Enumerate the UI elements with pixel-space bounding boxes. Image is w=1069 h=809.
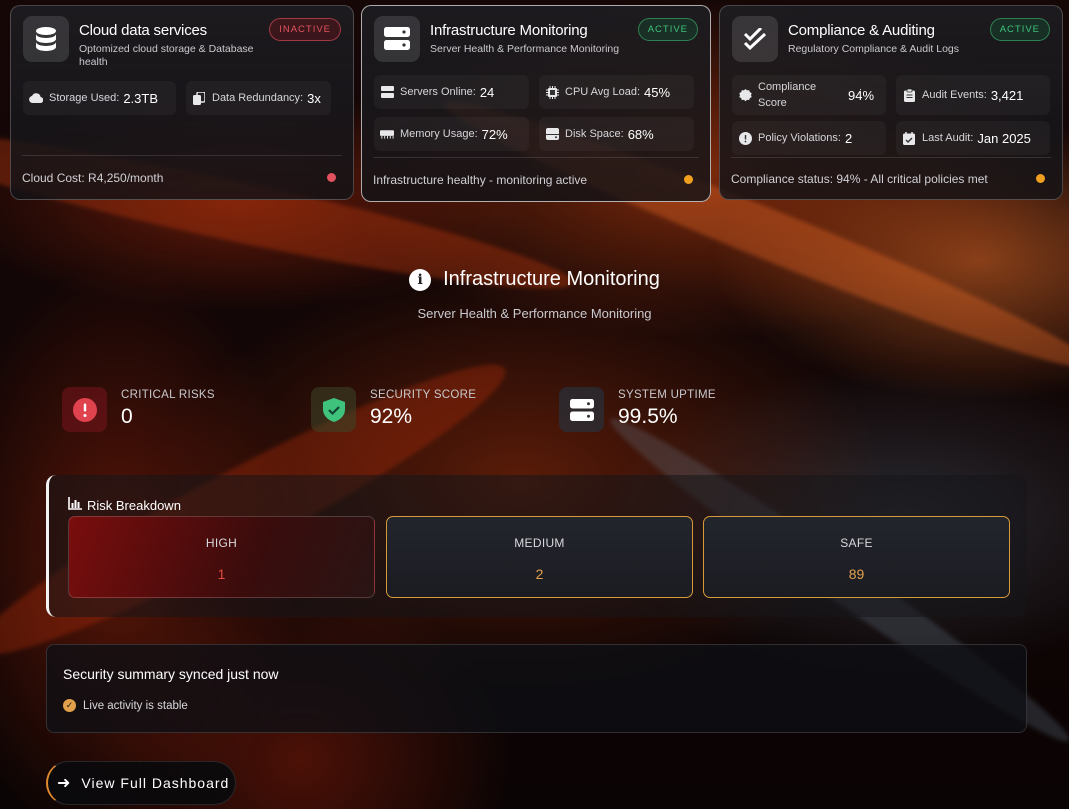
stat-cpu-avg-load: CPU Avg Load:45% [539,75,694,109]
calendar-check-icon [902,131,916,145]
metric-system-uptime: SYSTEM UPTIME 99.5% [559,387,716,432]
card-title: Infrastructure Monitoring [430,22,588,39]
metric-critical-risks: CRITICAL RISKS 0 [62,387,215,432]
detail-subtitle: Server Health & Performance Monitoring [417,306,652,321]
card-footer: Cloud Cost: R4,250/month [22,155,342,199]
alert-circle-icon [738,131,752,145]
stat-servers-online: Servers Online:24 [374,75,529,109]
stat-storage-used: Storage Used:2.3TB [23,81,176,115]
risk-box-high[interactable]: HIGH 1 [68,516,375,598]
security-summary: Security summary synced just now ✓ Live … [46,644,1027,733]
service-card-cloud[interactable]: Cloud data services Optomized cloud stor… [10,5,354,200]
metric-value: 99.5% [618,405,678,428]
alert-circle-icon [62,387,107,432]
stat-policy-violations: Policy Violations:2 [732,121,886,155]
cloud-icon [29,93,43,103]
stat-memory-usage: Memory Usage:72% [374,117,529,151]
server-icon [374,16,420,62]
status-badge: ACTIVE [989,18,1050,41]
risk-breakdown-title: Risk Breakdown [68,497,181,513]
stat-compliance-score: Compliance Score: 94% [732,75,886,115]
memory-icon [380,129,394,139]
server-icon [380,86,394,98]
check-double-icon [732,16,778,62]
summary-title: Security summary synced just now [63,666,279,682]
stat-data-redundancy: Data Redundancy:3x [186,81,331,115]
metric-label: SECURITY SCORE [370,389,477,401]
server-icon [559,387,604,432]
card-subtitle: Regulatory Compliance & Audit Logs [788,43,960,55]
status-dot [1036,174,1045,183]
risk-breakdown-panel: Risk Breakdown HIGH 1 MEDIUM 2 SAFE 89 [46,475,1027,617]
database-icon [23,16,69,62]
metric-label: CRITICAL RISKS [121,389,215,401]
bar-chart-icon [68,497,82,513]
stat-last-audit: Last Audit: Jan 2025 [896,121,1050,155]
view-full-dashboard-button[interactable]: ➜ View Full Dashboard [46,761,236,805]
service-card-compliance[interactable]: Compliance & Auditing Regulatory Complia… [719,5,1063,200]
card-subtitle: Server Health & Performance Monitoring [430,43,620,55]
arrow-right-icon: ➜ [57,775,72,792]
status-dot [684,175,693,184]
service-card-infrastructure[interactable]: Infrastructure Monitoring Server Health … [361,5,711,202]
cpu-icon [545,85,559,99]
info-icon: i [409,268,432,291]
check-circle-icon: ✓ [63,699,76,712]
copy-icon [192,91,206,105]
status-badge: INACTIVE [269,18,341,41]
status-badge: ACTIVE [637,18,698,41]
stat-audit-events: Audit Events:3,421 [896,75,1050,115]
card-title: Cloud data services [79,22,207,39]
card-title: Compliance & Auditing [788,22,935,39]
card-subtitle: Optomized cloud storage & Database healt… [79,43,254,68]
metric-label: SYSTEM UPTIME [618,389,716,401]
metric-security-score: SECURITY SCORE 92% [311,387,476,432]
metric-value: 92% [370,405,413,428]
status-dot [327,173,336,182]
detail-title: i Infrastructure Monitoring [0,268,1069,291]
summary-status: ✓ Live activity is stable [63,699,188,712]
risk-box-medium[interactable]: MEDIUM 2 [386,516,693,598]
badge-check-icon [738,88,752,102]
disk-icon [545,128,559,140]
stat-disk-space: Disk Space:68% [539,117,694,151]
shield-check-icon [311,387,356,432]
clipboard-icon [902,88,916,102]
card-footer: Compliance status: 94% - All critical po… [731,157,1051,199]
card-footer: Infrastructure healthy - monitoring acti… [373,157,699,201]
risk-box-safe[interactable]: SAFE 89 [703,516,1010,598]
metric-value: 0 [121,405,133,428]
